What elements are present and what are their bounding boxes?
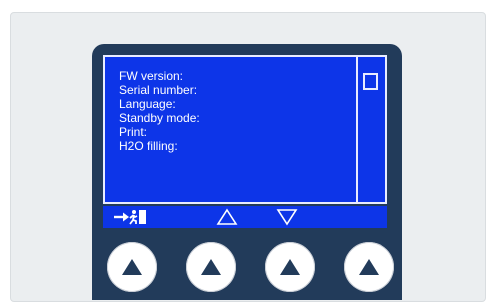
triangle-up-outline-icon	[216, 208, 238, 225]
hardware-button-1[interactable]	[107, 242, 157, 292]
hardware-button-2[interactable]	[186, 242, 236, 292]
hardware-button-3[interactable]	[265, 242, 315, 292]
menu-item-print[interactable]: Print:	[119, 125, 200, 139]
menu-item-h2o-filling[interactable]: H2O filling:	[119, 139, 200, 153]
hardware-buttons-row	[92, 232, 402, 292]
triangle-up-filled-icon	[280, 259, 300, 275]
softkey-up	[213, 206, 241, 228]
softkey-down	[273, 206, 301, 228]
triangle-up-filled-icon	[359, 259, 379, 275]
triangle-down-outline-icon	[276, 209, 298, 226]
softkey-bar	[103, 206, 387, 228]
triangle-up-filled-icon	[122, 259, 142, 275]
menu-item-language[interactable]: Language:	[119, 97, 200, 111]
control-panel-device: FW version: Serial number: Language: Sta…	[92, 44, 402, 300]
menu-item-fw-version[interactable]: FW version:	[119, 69, 200, 83]
scrollbar-thumb[interactable]	[363, 73, 378, 90]
hardware-button-4[interactable]	[344, 242, 394, 292]
settings-menu-list: FW version: Serial number: Language: Sta…	[119, 69, 200, 153]
menu-item-standby-mode[interactable]: Standby mode:	[119, 111, 200, 125]
menu-item-serial-number[interactable]: Serial number:	[119, 83, 200, 97]
exit-arrow-icon	[114, 210, 146, 225]
softkey-exit	[111, 206, 151, 228]
scrollbar-track-divider	[356, 57, 358, 202]
triangle-up-filled-icon	[201, 259, 221, 275]
lcd-screen: FW version: Serial number: Language: Sta…	[103, 55, 387, 204]
